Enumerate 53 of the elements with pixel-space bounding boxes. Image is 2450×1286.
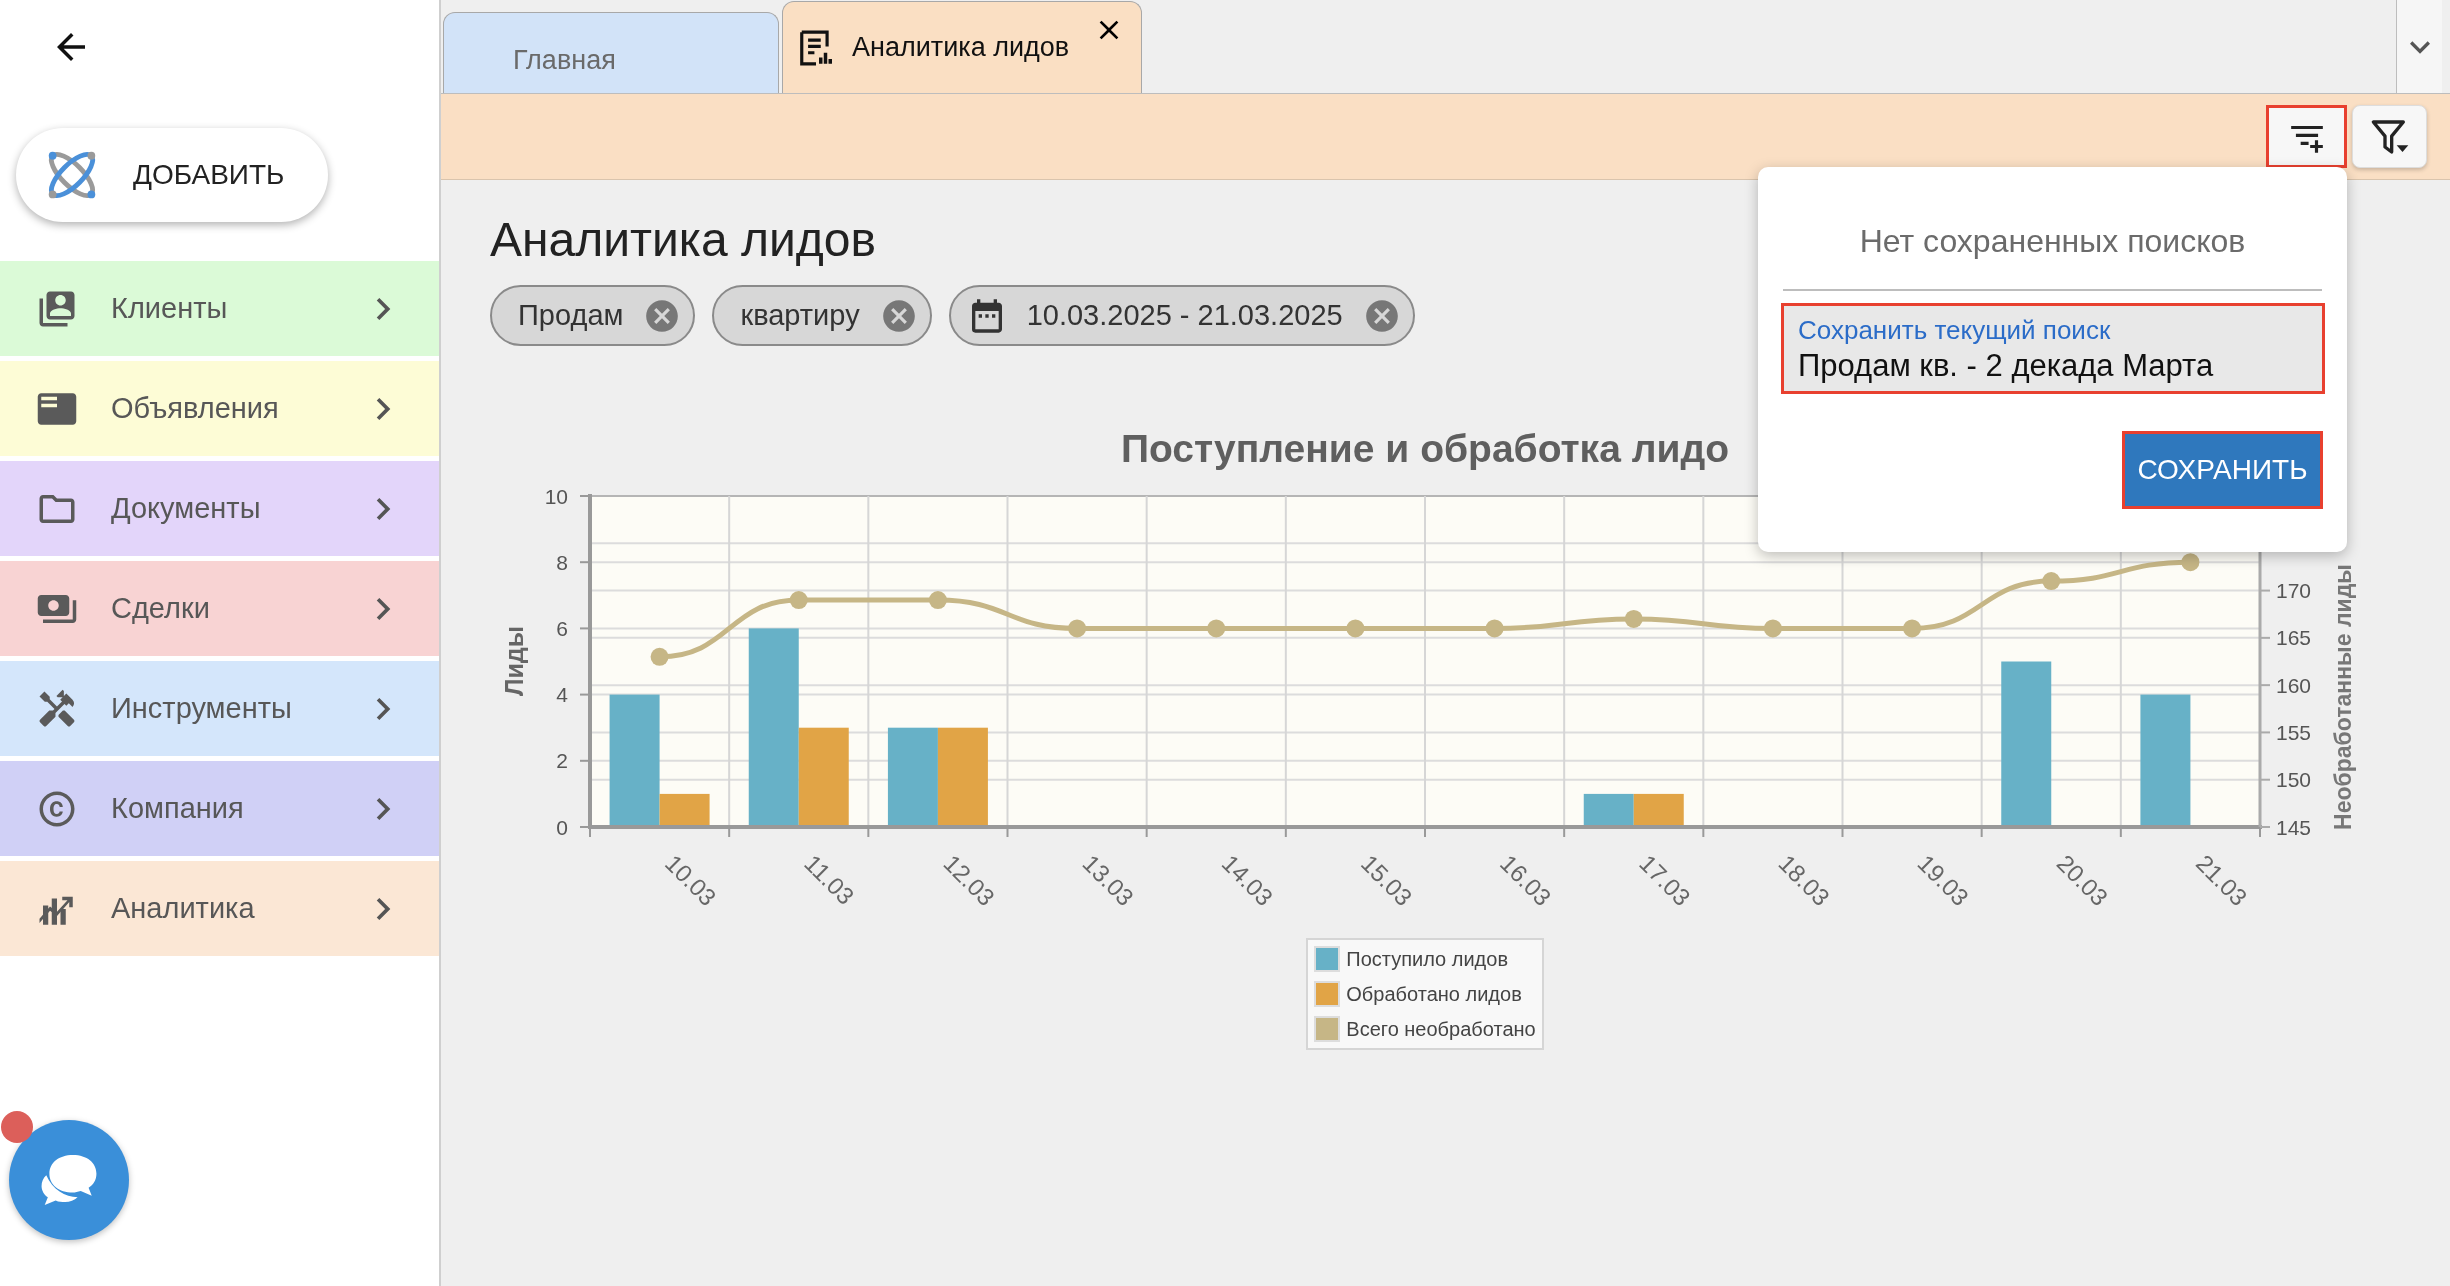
line-point <box>1346 619 1365 638</box>
menu-item[interactable]: Документы <box>0 461 439 556</box>
y-tick-label: 4 <box>556 683 568 707</box>
legend-label: Обработано лидов <box>1346 982 1522 1007</box>
tab[interactable]: Главная <box>443 12 779 93</box>
y-tick-label: 160 <box>2276 673 2312 697</box>
line-point <box>2181 553 2200 572</box>
save-search-button[interactable] <box>2266 105 2347 168</box>
line-point <box>1207 619 1226 638</box>
tabs-menu-button[interactable] <box>2396 0 2442 93</box>
add-button[interactable]: ДОБАВИТЬ <box>16 128 328 222</box>
line-point <box>928 591 947 610</box>
menu-item[interactable]: Клиенты <box>0 261 439 356</box>
menu-item[interactable]: Сделки <box>0 561 439 656</box>
y-tick-label: 170 <box>2276 579 2312 603</box>
line-point <box>1624 609 1643 628</box>
legend-label: Поступило лидов <box>1346 947 1509 972</box>
empty-message: Нет сохраненных поисков <box>1859 222 2246 261</box>
y-tick-label: 8 <box>556 550 568 574</box>
filter-chip[interactable]: Продам <box>490 285 696 346</box>
document-chart-icon <box>797 28 835 67</box>
line-point <box>1485 619 1504 638</box>
line-point <box>1903 619 1922 638</box>
y-tick-label: 2 <box>556 749 568 773</box>
menu-item[interactable]: Аналитика <box>0 861 439 956</box>
filter-button[interactable] <box>2352 105 2427 168</box>
filter-chip[interactable]: 10.03.2025 - 21.03.2025 <box>948 285 1415 346</box>
line-point <box>1068 619 1087 638</box>
speech-bubbles-icon <box>40 1153 98 1207</box>
y-tick-label: 165 <box>2276 626 2312 650</box>
menu-item[interactable]: Инструменты <box>0 661 439 756</box>
chart-title: Поступление и обработка лидо <box>1121 426 1729 472</box>
y-tick-label: 6 <box>556 616 568 640</box>
line-point <box>1763 619 1782 638</box>
y-tick-label: 145 <box>2276 815 2312 839</box>
tab[interactable]: Аналитика лидов <box>782 1 1142 93</box>
page-title: Аналитика лидов <box>490 212 876 268</box>
y-axis-title: Лиды <box>500 625 528 697</box>
y-tick-label: 155 <box>2276 720 2312 744</box>
menu-item[interactable]: Объявления <box>0 361 439 456</box>
line-point <box>789 591 808 610</box>
search-name-field[interactable]: Сохранить текущий поиск Продам кв. - 2 декада Марта <box>1781 303 2325 394</box>
line-point <box>650 647 669 666</box>
legend-label: Всего необработано <box>1346 1017 1536 1042</box>
y-tick-label: 150 <box>2276 768 2312 792</box>
y-axis-title: Необработанные лиды <box>2330 564 2356 830</box>
y-tick-label: 10 <box>544 484 568 508</box>
menu-item[interactable]: Компания <box>0 761 439 856</box>
save-button[interactable]: СОХРАНИТЬ <box>2122 431 2323 509</box>
y-tick-label: 0 <box>556 815 568 839</box>
filter-chip[interactable]: квартиру <box>712 285 932 346</box>
line-point <box>2042 572 2061 591</box>
chat-button[interactable] <box>9 1120 129 1240</box>
